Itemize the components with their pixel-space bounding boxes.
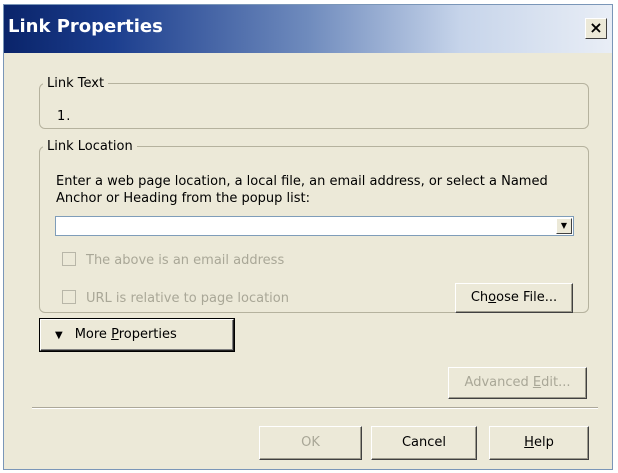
link-location-description: Enter a web page location, a local file,… <box>56 174 548 206</box>
divider <box>32 407 598 409</box>
help-accesskey: H <box>524 435 534 450</box>
close-button[interactable]: × <box>585 18 607 39</box>
more-properties-label-post: roperties <box>118 327 177 342</box>
help-label-post: elp <box>533 435 554 450</box>
advanced-edit-button[interactable]: Advanced Edit... <box>448 367 587 399</box>
link-text-value: 1. <box>57 109 72 124</box>
cancel-button[interactable]: Cancel <box>371 426 477 460</box>
choose-file-label-pre: Ch <box>470 290 489 305</box>
url-combo-input[interactable]: ▼ <box>55 216 574 236</box>
more-properties-button[interactable]: ▼ More Properties <box>40 319 234 351</box>
more-properties-accesskey: P <box>111 327 119 342</box>
title-bar[interactable]: Link Properties × <box>4 5 612 53</box>
relative-url-checkbox-row[interactable]: URL is relative to page location <box>62 290 289 306</box>
link-text-group: Link Text 1. <box>39 76 589 129</box>
choose-file-label-post: ose File... <box>496 290 558 305</box>
email-checkbox-label: The above is an email address <box>86 253 285 268</box>
choose-file-accesskey: o <box>488 290 497 305</box>
ok-button[interactable]: OK <box>259 426 362 460</box>
relative-url-checkbox-label: URL is relative to page location <box>86 291 289 306</box>
email-checkbox[interactable] <box>62 252 76 266</box>
help-button[interactable]: Help <box>489 426 589 460</box>
triangle-down-icon: ▼ <box>55 330 63 341</box>
relative-url-checkbox[interactable] <box>62 290 76 304</box>
email-checkbox-row[interactable]: The above is an email address <box>62 252 284 268</box>
close-icon: × <box>589 18 603 37</box>
advanced-edit-label-pre: Advanced <box>464 375 533 390</box>
url-dropdown-button[interactable]: ▼ <box>556 218 572 234</box>
dialog-title: Link Properties <box>8 16 163 37</box>
link-location-legend: Link Location <box>47 139 133 154</box>
more-properties-label-pre: More <box>74 327 112 342</box>
advanced-edit-accesskey: E <box>532 375 542 390</box>
choose-file-button[interactable]: Choose File... <box>455 283 573 313</box>
advanced-edit-label-post: dit... <box>541 375 571 390</box>
link-location-group: Link Location Enter a web page location,… <box>39 139 589 313</box>
link-text-legend: Link Text <box>47 76 105 91</box>
chevron-down-icon: ▼ <box>560 221 568 230</box>
link-properties-dialog: Link Properties × Link Text 1. Link Loca… <box>3 4 613 470</box>
